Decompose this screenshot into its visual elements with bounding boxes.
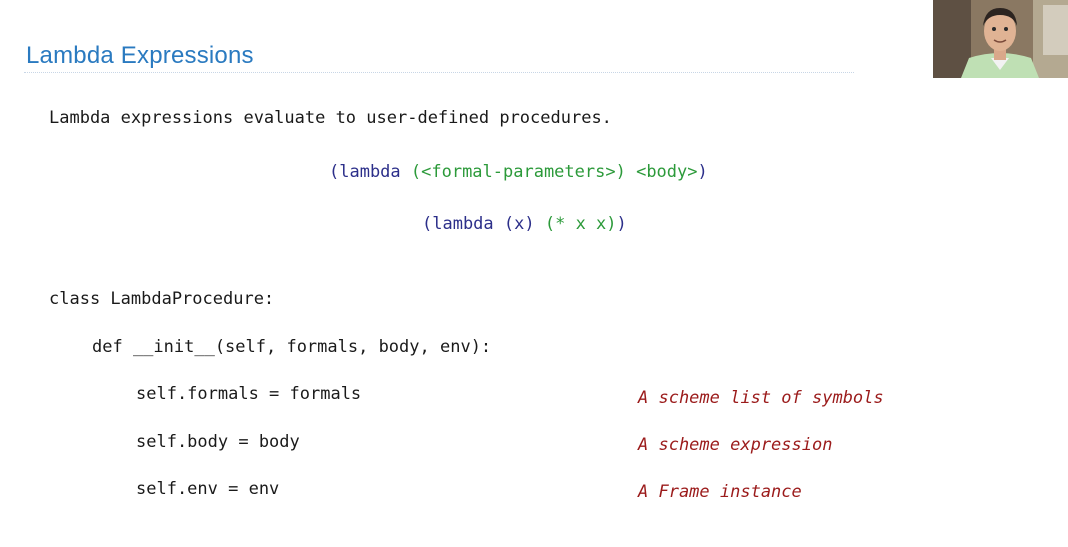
code-formals-line: self.formals = formals (136, 384, 362, 404)
lambda-syntax: (lambda (<formal-parameters>) <body>) (329, 162, 708, 182)
slide-title: Lambda Expressions (26, 42, 254, 69)
example-space (535, 214, 545, 234)
comment-env: A Frame instance (638, 482, 802, 502)
slide: Lambda Expressions Lambda expressions ev… (0, 0, 1068, 547)
example-open: (lambda (422, 214, 504, 234)
code-def-line: def __init__(self, formals, body, env): (92, 337, 492, 357)
presenter-video-icon (933, 0, 1068, 78)
presenter-video-thumbnail (933, 0, 1068, 78)
syntax-body: <body> (636, 162, 698, 182)
example-formals: (x) (503, 214, 535, 234)
syntax-open: (lambda (329, 162, 411, 182)
code-body-line: self.body = body (136, 432, 300, 452)
comment-formals: A scheme list of symbols (638, 388, 884, 408)
syntax-close: ) (697, 162, 708, 182)
example-body: (* x x) (544, 214, 617, 234)
syntax-formals: (<formal-parameters>) (410, 162, 626, 182)
comment-body: A scheme expression (638, 435, 833, 455)
code-class-line: class LambdaProcedure: (49, 289, 275, 309)
example-close: ) (616, 214, 627, 234)
lambda-example: (lambda (x) (* x x)) (422, 214, 627, 234)
code-env-line: self.env = env (136, 479, 280, 499)
syntax-space (626, 162, 636, 182)
title-divider (24, 72, 854, 73)
intro-text: Lambda expressions evaluate to user-defi… (49, 108, 612, 128)
